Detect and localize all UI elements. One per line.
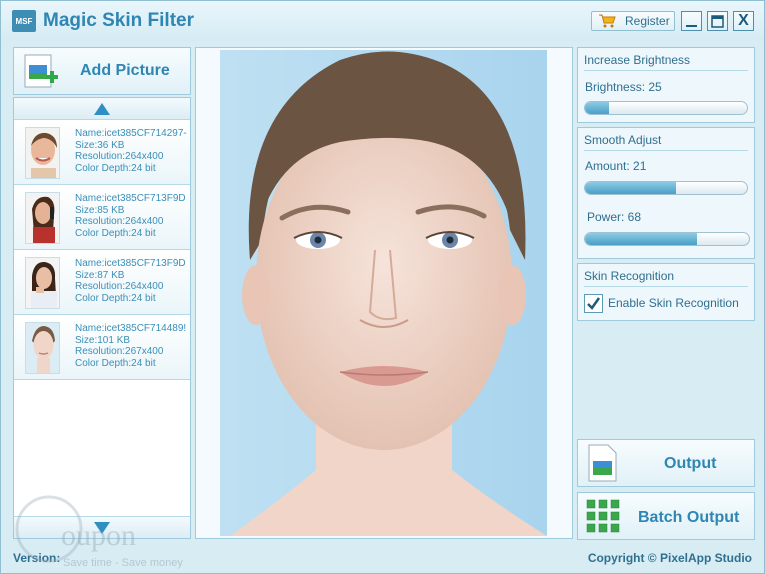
scroll-down-button[interactable]: [14, 516, 190, 538]
list-item[interactable]: Name:icet385CF714489! Size:101 KB Resolu…: [14, 316, 190, 380]
preview-panel: [195, 47, 573, 539]
power-slider-fill: [585, 233, 697, 245]
maximize-icon: [711, 14, 724, 28]
close-button[interactable]: X: [733, 11, 754, 31]
status-bar: Version: Copyright © PixelApp Studio: [1, 546, 764, 573]
checkmark-icon: [587, 297, 601, 310]
brightness-title: Increase Brightness: [584, 53, 691, 67]
title-bar[interactable]: MSF Magic Skin Filter Register X: [1, 1, 764, 41]
item-color-depth: Color Depth:24 bit: [75, 357, 156, 369]
scroll-up-button[interactable]: [14, 98, 190, 120]
thumbnail: [25, 257, 60, 309]
divider: [584, 70, 748, 71]
app-logo: MSF: [12, 10, 36, 32]
divider: [584, 150, 748, 151]
batch-images-icon: [586, 499, 622, 540]
item-resolution: Resolution:264x400: [75, 216, 164, 227]
batch-output-label: Batch Output: [638, 509, 740, 526]
output-image-icon: [586, 443, 620, 488]
copyright-text: Copyright © PixelApp Studio: [587, 551, 752, 565]
item-resolution: Resolution:264x400: [75, 281, 164, 292]
add-image-icon: [22, 53, 62, 96]
minimize-icon: [686, 24, 697, 27]
item-size: Size:87 KB: [75, 269, 125, 281]
thumbnail: [25, 322, 60, 374]
item-resolution: Resolution:267x400: [75, 346, 164, 357]
register-label: Register: [625, 14, 670, 28]
item-name: Name:icet385CF714297-: [75, 128, 187, 139]
amount-slider[interactable]: [584, 181, 748, 195]
power-slider[interactable]: [584, 232, 750, 246]
register-button[interactable]: Register: [591, 11, 675, 31]
close-icon: X: [738, 12, 749, 29]
item-resolution: Resolution:264x400: [75, 151, 164, 162]
item-color-depth: Color Depth:24 bit: [75, 227, 156, 239]
output-label: Output: [664, 455, 717, 472]
picture-list[interactable]: Name:icet385CF714297- Size:36 KB Resolut…: [13, 97, 191, 539]
item-size: Size:36 KB: [75, 139, 125, 151]
thumbnail: [25, 192, 60, 244]
item-size: Size:101 KB: [75, 334, 131, 346]
divider: [584, 286, 748, 287]
brightness-slider-fill: [585, 102, 610, 114]
list-item[interactable]: Name:icet385CF713F9D Size:87 KB Resoluti…: [14, 251, 190, 315]
thumbnail: [25, 127, 60, 179]
version-label: Version:: [13, 551, 61, 565]
batch-output-button[interactable]: Batch Output: [577, 492, 755, 540]
minimize-button[interactable]: [681, 11, 702, 31]
shopping-cart-icon: [598, 14, 616, 28]
smooth-adjust-title: Smooth Adjust: [584, 133, 662, 147]
power-label: Power: 68: [587, 210, 642, 224]
brightness-slider[interactable]: [584, 101, 748, 115]
skin-recognition-group: Skin Recognition Enable Skin Recognition: [577, 263, 755, 321]
skin-recognition-label: Enable Skin Recognition: [608, 296, 739, 310]
amount-label: Amount: 21: [585, 159, 647, 173]
arrow-up-icon: [94, 102, 110, 115]
brightness-group: Increase Brightness Brightness: 25: [577, 47, 755, 123]
item-name: Name:icet385CF713F9D: [75, 258, 186, 269]
arrow-down-icon: [94, 521, 110, 534]
item-color-depth: Color Depth:24 bit: [75, 162, 156, 174]
smooth-adjust-group: Smooth Adjust Amount: 21 Power: 68: [577, 127, 755, 259]
amount-slider-fill: [585, 182, 676, 194]
app-title: Magic Skin Filter: [43, 10, 194, 31]
output-button[interactable]: Output: [577, 439, 755, 487]
item-name: Name:icet385CF713F9D: [75, 193, 186, 204]
maximize-button[interactable]: [707, 11, 728, 31]
item-size: Size:85 KB: [75, 204, 125, 216]
skin-recognition-checkbox[interactable]: [584, 294, 603, 313]
list-item[interactable]: Name:icet385CF714297- Size:36 KB Resolut…: [14, 121, 190, 185]
list-item[interactable]: Name:icet385CF713F9D Size:85 KB Resoluti…: [14, 186, 190, 250]
app-window: MSF Magic Skin Filter Register X Add Pic…: [0, 0, 765, 574]
brightness-label: Brightness: 25: [585, 80, 662, 94]
add-picture-button[interactable]: Add Picture: [13, 47, 191, 95]
item-name: Name:icet385CF714489!: [75, 323, 187, 334]
add-picture-label: Add Picture: [80, 62, 170, 79]
item-color-depth: Color Depth:24 bit: [75, 292, 156, 304]
skin-recognition-title: Skin Recognition: [584, 269, 675, 283]
preview-photo: [220, 50, 547, 536]
